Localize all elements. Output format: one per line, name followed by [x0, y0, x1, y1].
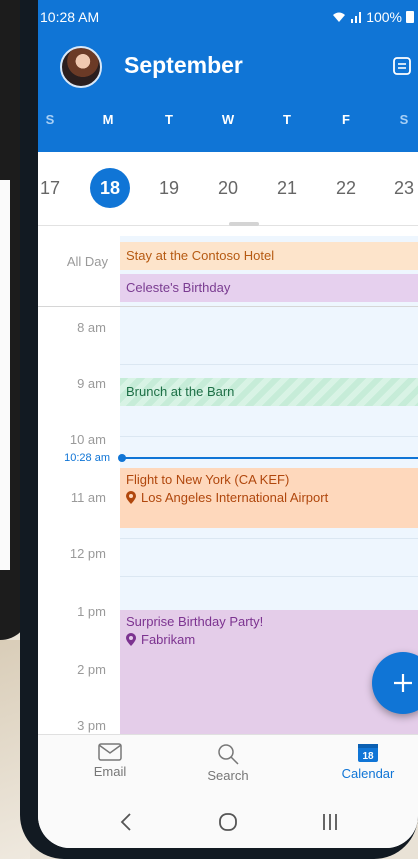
tab-search[interactable]: Search — [183, 743, 273, 783]
new-event-button[interactable] — [372, 652, 418, 714]
event-hotel-stay[interactable]: Stay at the Contoso Hotel — [120, 242, 418, 270]
status-icons: 100% — [332, 9, 414, 25]
current-time-line — [122, 457, 418, 459]
signal-icon — [351, 12, 362, 23]
status-time: 10:28 AM — [40, 9, 100, 25]
day-schedule[interactable]: All Day 8 am 9 am 10 am 11 am 12 pm 1 pm… — [38, 236, 418, 734]
grid-line — [120, 436, 418, 437]
event-title: Stay at the Contoso Hotel — [126, 248, 275, 263]
grid-line — [120, 576, 418, 577]
tab-calendar[interactable]: 18 Calendar — [323, 743, 413, 781]
mail-icon — [98, 743, 122, 761]
hour-label-8am: 8 am — [77, 320, 106, 335]
hour-label-3pm: 3 pm — [77, 718, 106, 733]
event-flight[interactable]: Flight to New York (CA KEF) Los Angeles … — [120, 468, 418, 528]
event-celeste-birthday[interactable]: Celeste's Birthday — [120, 274, 418, 302]
event-location: Los Angeles International Airport — [126, 490, 412, 505]
date-21[interactable]: 21 — [267, 168, 307, 208]
tab-calendar-label: Calendar — [341, 766, 395, 781]
back-icon — [120, 813, 131, 831]
event-brunch[interactable]: Brunch at the Barn — [120, 378, 418, 406]
status-bar: 10:28 AM 100% — [38, 0, 418, 32]
event-title: Brunch at the Barn — [126, 384, 235, 399]
month-title[interactable]: September — [124, 52, 243, 79]
date-19[interactable]: 19 — [149, 168, 189, 208]
date-17[interactable]: 17 — [38, 168, 70, 208]
grid-line — [120, 538, 418, 539]
weekday-mon: M — [102, 112, 114, 127]
event-location: Fabrikam — [126, 632, 412, 647]
plus-icon — [394, 674, 412, 692]
drag-handle[interactable] — [229, 222, 259, 226]
weekday-fri: F — [342, 112, 350, 127]
phone-frame: 10:28 AM 100% September S M T W T F S 17… — [20, 0, 418, 859]
weekday-thu: T — [283, 112, 291, 127]
home-icon — [219, 813, 237, 831]
tab-email-label: Email — [93, 764, 127, 779]
nav-back[interactable] — [106, 812, 146, 837]
nav-recents[interactable] — [310, 812, 350, 837]
grid-line — [120, 364, 418, 365]
event-location-text: Los Angeles International Airport — [141, 490, 329, 505]
tab-email[interactable]: Email — [65, 743, 155, 779]
calendar-badge: 18 — [362, 751, 374, 762]
date-strip: 17 18 19 20 21 22 23 — [38, 152, 418, 226]
tab-search-label: Search — [207, 768, 249, 783]
weekday-sun: S — [45, 112, 55, 127]
hour-label-1pm: 1 pm — [77, 604, 106, 619]
hour-label-2pm: 2 pm — [77, 662, 106, 677]
hour-label-12pm: 12 pm — [69, 546, 106, 561]
calendar-icon: 18 — [358, 744, 378, 762]
date-23[interactable]: 23 — [384, 168, 418, 208]
wifi-icon — [333, 12, 346, 22]
weekday-sat: S — [399, 112, 409, 127]
weekday-tue: T — [165, 112, 173, 127]
hour-label-10am: 10 am — [69, 432, 106, 447]
search-icon — [218, 744, 239, 765]
all-day-label: All Day — [66, 254, 108, 269]
hour-label-11am: 11 am — [70, 490, 106, 505]
battery-percent: 100% — [366, 9, 402, 25]
weekday-wed: W — [221, 112, 235, 127]
event-location-text: Fabrikam — [141, 632, 196, 647]
date-22[interactable]: 22 — [326, 168, 366, 208]
date-20[interactable]: 20 — [208, 168, 248, 208]
event-title: Surprise Birthday Party! — [126, 614, 264, 629]
recents-icon — [323, 814, 337, 830]
calendar-view-icon[interactable] — [392, 56, 412, 76]
bottom-tab-bar: Email Search 18 Calendar — [38, 734, 418, 798]
avatar[interactable] — [60, 46, 102, 88]
current-time-label: 10:28 am — [64, 452, 110, 464]
event-title: Flight to New York (CA KEF) — [126, 472, 290, 487]
battery-icon — [406, 11, 414, 23]
event-title: Celeste's Birthday — [126, 280, 231, 295]
system-nav-bar — [38, 798, 418, 848]
location-pin-icon — [126, 633, 136, 646]
calendar-header: 10:28 AM 100% September S M T W T F S — [38, 0, 418, 152]
date-18-selected[interactable]: 18 — [90, 168, 130, 208]
all-day-divider — [38, 306, 418, 307]
weekday-row: S M T W T F S — [38, 112, 418, 138]
location-pin-icon — [126, 491, 136, 504]
nav-home[interactable] — [208, 812, 248, 837]
hour-label-9am: 9 am — [77, 376, 106, 391]
calendar-screen: 10:28 AM 100% September S M T W T F S 17… — [38, 0, 418, 848]
